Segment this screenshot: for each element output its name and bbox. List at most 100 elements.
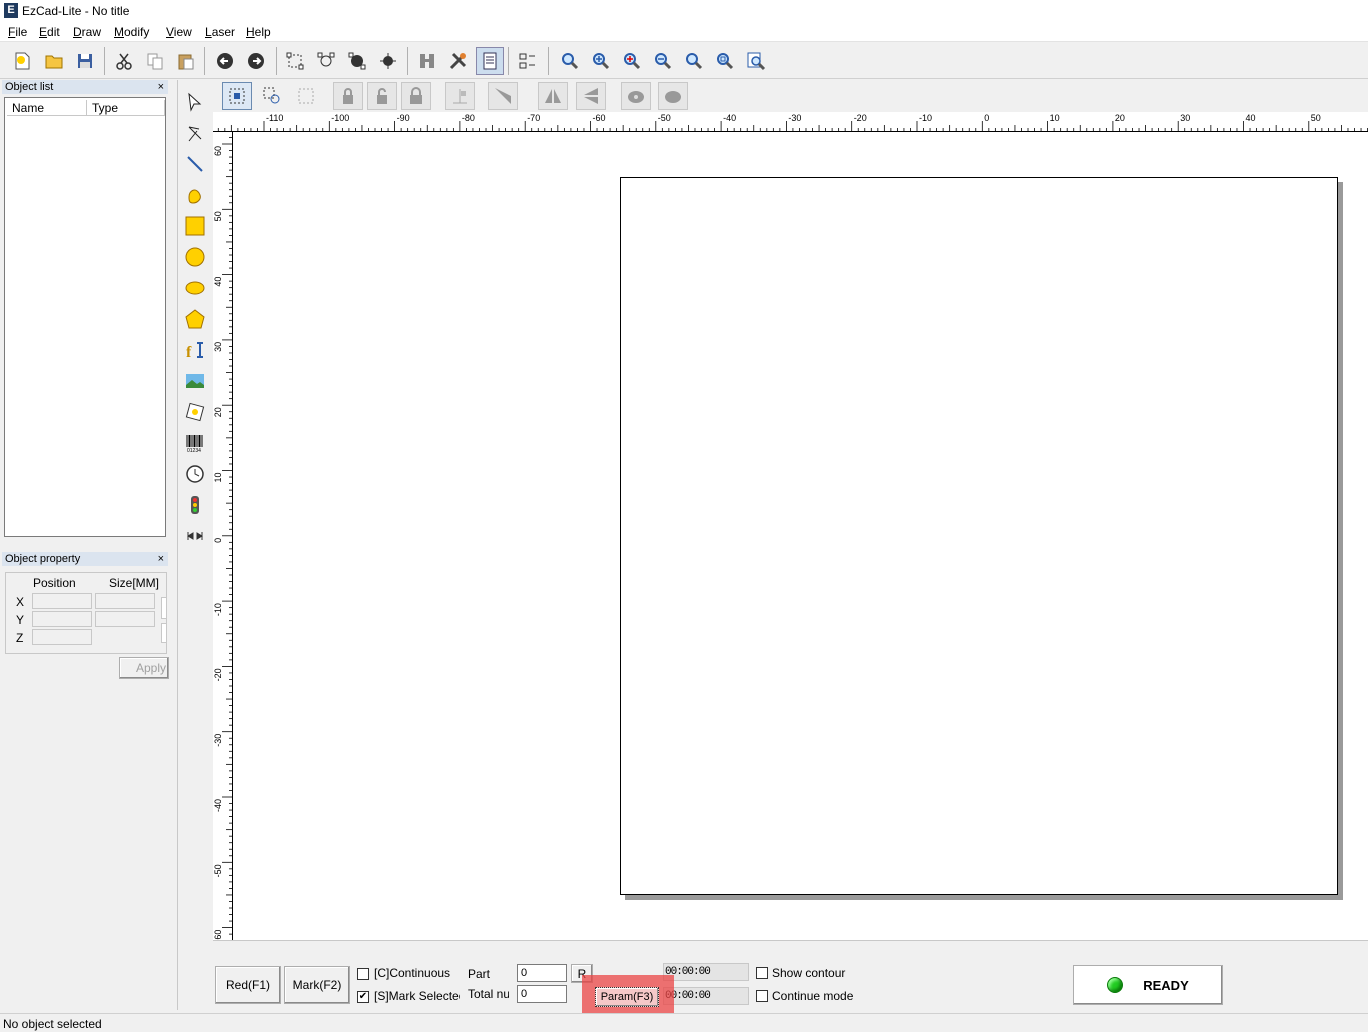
object-property-title: Object property bbox=[5, 553, 81, 565]
node-fill-button[interactable] bbox=[343, 47, 371, 75]
menu-edit[interactable]: Edit bbox=[39, 25, 60, 39]
node-center-icon bbox=[380, 53, 396, 69]
select-group-button[interactable] bbox=[257, 82, 287, 110]
hide-button[interactable] bbox=[658, 82, 688, 110]
red-button[interactable]: Red(F1) bbox=[215, 966, 281, 1004]
object-list-close-icon[interactable]: × bbox=[158, 80, 164, 94]
work-area-page[interactable] bbox=[620, 177, 1338, 895]
barcode-tool[interactable]: 01234 bbox=[181, 429, 209, 457]
group-button[interactable] bbox=[291, 82, 321, 110]
flip-horizontal-button[interactable] bbox=[538, 82, 568, 110]
zoom-page-button[interactable] bbox=[742, 47, 770, 75]
flip-vertical-button[interactable] bbox=[576, 82, 606, 110]
copy-button[interactable] bbox=[141, 47, 169, 75]
text-tool[interactable]: f bbox=[181, 336, 209, 364]
line-tool[interactable] bbox=[181, 150, 209, 178]
status-bar: No object selected bbox=[0, 1013, 1368, 1032]
open-file-button[interactable] bbox=[40, 47, 68, 75]
ruler-label: -110 bbox=[266, 113, 283, 123]
size-x-field[interactable] bbox=[95, 593, 155, 609]
zoom-in-button[interactable] bbox=[587, 47, 615, 75]
bitmap-tool[interactable] bbox=[181, 367, 209, 395]
param-button[interactable]: Param(F3) bbox=[595, 987, 659, 1007]
menu-view[interactable]: View bbox=[166, 25, 192, 39]
undo-button[interactable] bbox=[211, 47, 239, 75]
cut-button[interactable] bbox=[110, 47, 138, 75]
status-bar-text: No object selected bbox=[3, 1017, 102, 1031]
vector-file-tool[interactable] bbox=[181, 398, 209, 426]
lock-button[interactable] bbox=[333, 82, 363, 110]
ruler-label: 20 bbox=[213, 407, 223, 417]
mark-selected-checkbox[interactable]: ✔ bbox=[357, 991, 369, 1003]
position-x-field[interactable] bbox=[32, 593, 92, 609]
size-y-field[interactable] bbox=[95, 611, 155, 627]
lock-all-button[interactable] bbox=[401, 82, 431, 110]
part-input[interactable]: 0 bbox=[517, 964, 567, 982]
io-tool[interactable] bbox=[181, 491, 209, 519]
align-icon bbox=[453, 89, 467, 104]
polygon-tool[interactable] bbox=[181, 305, 209, 333]
object-list[interactable]: Name Type bbox=[4, 97, 166, 537]
total-input[interactable]: 0 bbox=[517, 985, 567, 1003]
mark-button[interactable]: Mark(F2) bbox=[284, 966, 350, 1004]
menu-help[interactable]: Help bbox=[246, 25, 271, 39]
circle-tool[interactable] bbox=[181, 243, 209, 271]
column-name[interactable]: Name bbox=[7, 100, 87, 116]
show-contour-checkbox[interactable] bbox=[756, 967, 768, 979]
curve-tool[interactable] bbox=[181, 119, 209, 147]
object-property-close-icon[interactable]: × bbox=[158, 552, 164, 566]
ruler-label: 60 bbox=[213, 146, 223, 156]
property-box: Position Size[MM] X Y Z bbox=[5, 572, 167, 654]
size-unit-toggle[interactable] bbox=[161, 623, 167, 643]
properties-button[interactable] bbox=[476, 47, 504, 75]
node-center-button[interactable] bbox=[374, 47, 402, 75]
zoom-button[interactable] bbox=[556, 47, 584, 75]
zoom-out-icon bbox=[655, 53, 672, 70]
ellipse-tool[interactable] bbox=[181, 274, 209, 302]
zoom-out-button[interactable] bbox=[649, 47, 677, 75]
menu-laser[interactable]: Laser bbox=[205, 25, 235, 39]
object-list-header: Object list × bbox=[2, 80, 168, 94]
layout-button[interactable] bbox=[513, 47, 541, 75]
select-tool[interactable] bbox=[181, 88, 209, 116]
mirror-button[interactable] bbox=[488, 82, 518, 110]
ezcad-app-icon[interactable]: E bbox=[4, 3, 18, 18]
lock-ratio-toggle[interactable] bbox=[161, 597, 167, 619]
show-hidden-button[interactable] bbox=[621, 82, 651, 110]
ruler-label: -60 bbox=[213, 930, 223, 940]
select-mode-button[interactable] bbox=[222, 82, 252, 110]
freehand-tool[interactable] bbox=[181, 181, 209, 209]
column-type[interactable]: Type bbox=[87, 100, 165, 116]
zoom-in-2-button[interactable] bbox=[618, 47, 646, 75]
save-button[interactable] bbox=[71, 47, 99, 75]
continue-mode-checkbox[interactable] bbox=[756, 990, 768, 1002]
unlock-icon bbox=[377, 88, 387, 104]
position-z-field[interactable] bbox=[32, 629, 92, 645]
redo-button[interactable] bbox=[242, 47, 270, 75]
menu-draw[interactable]: Draw bbox=[73, 25, 101, 39]
rectangle-tool[interactable] bbox=[181, 212, 209, 240]
node-edit-button[interactable] bbox=[281, 47, 309, 75]
zoom-plus-icon bbox=[624, 53, 641, 70]
position-y-field[interactable] bbox=[32, 611, 92, 627]
paste-button[interactable] bbox=[172, 47, 200, 75]
delay-tool[interactable] bbox=[181, 460, 209, 488]
apply-button[interactable]: Apply bbox=[119, 657, 169, 679]
menu-file[interactable]: File bbox=[8, 25, 27, 39]
redo-icon bbox=[248, 53, 264, 69]
node-select-button[interactable] bbox=[312, 47, 340, 75]
lock-icon bbox=[343, 88, 353, 104]
unlock-button[interactable] bbox=[367, 82, 397, 110]
status-text: READY bbox=[1143, 977, 1189, 993]
continuous-checkbox[interactable] bbox=[357, 968, 369, 980]
zoom-all-button[interactable] bbox=[680, 47, 708, 75]
tools-button[interactable] bbox=[444, 47, 472, 75]
mark-selected-label: [S]Mark Selectec bbox=[374, 989, 460, 1003]
new-file-button[interactable] bbox=[8, 47, 36, 75]
menu-modify[interactable]: Modify bbox=[114, 25, 149, 39]
ruler-label: -40 bbox=[723, 113, 736, 123]
extend-axis-tool[interactable] bbox=[181, 522, 209, 550]
align-button[interactable] bbox=[445, 82, 475, 110]
hatch-button[interactable] bbox=[413, 47, 441, 75]
zoom-object-button[interactable] bbox=[711, 47, 739, 75]
